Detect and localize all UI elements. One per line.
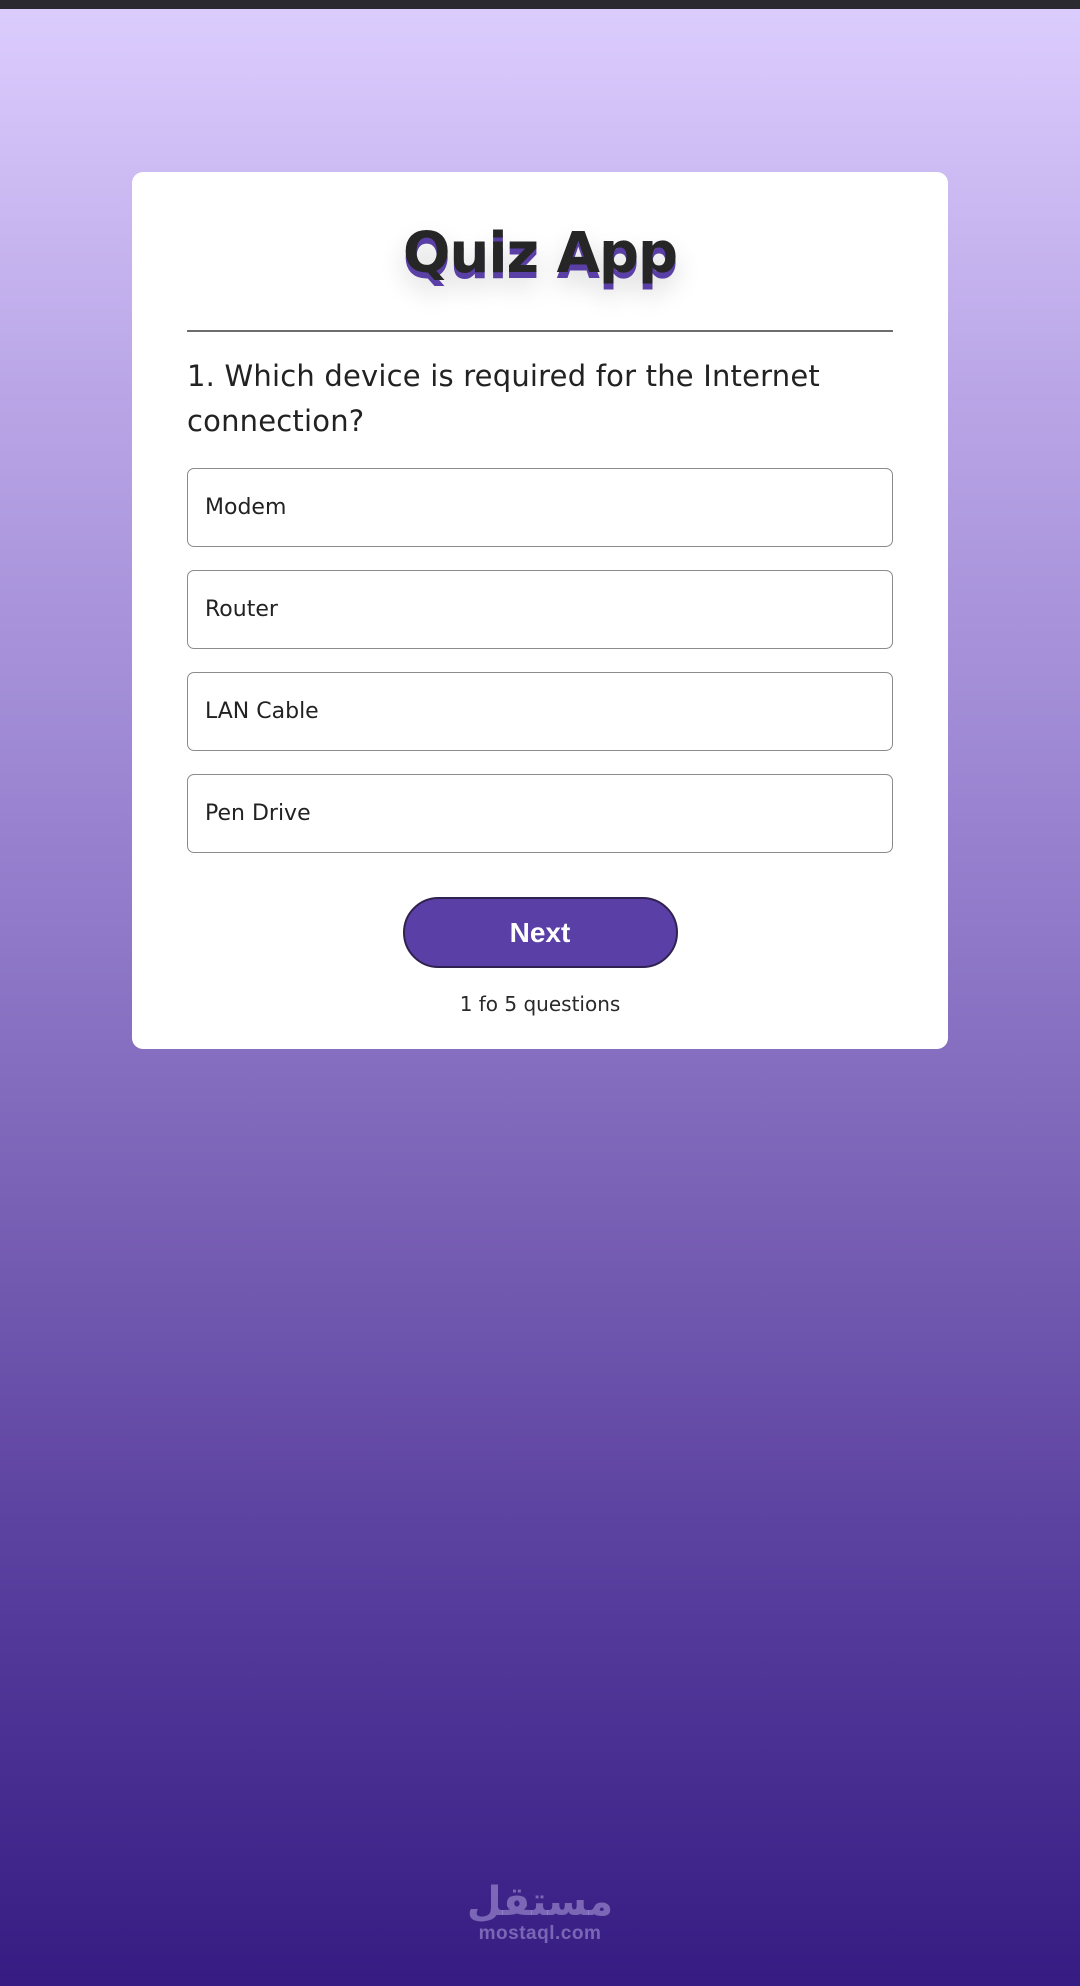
answer-options: Modem Router LAN Cable Pen Drive [187, 468, 893, 853]
quiz-card: Quiz App 1. Which device is required for… [132, 172, 948, 1049]
title-wrap: Quiz App [187, 172, 893, 320]
mostaql-watermark: مستقل mostaql.com [0, 1880, 1080, 1944]
question-progress: 1 fo 5 questions [459, 992, 621, 1016]
answer-option[interactable]: Modem [187, 468, 893, 547]
answer-option[interactable]: Router [187, 570, 893, 649]
next-wrap: Next [187, 897, 893, 968]
answer-option[interactable]: Pen Drive [187, 774, 893, 853]
next-button[interactable]: Next [402, 897, 678, 968]
watermark-latin: mostaql.com [478, 1923, 602, 1944]
top-strip [0, 0, 1080, 9]
answer-option[interactable]: LAN Cable [187, 672, 893, 751]
title-divider [187, 330, 893, 332]
watermark-arabic: مستقل [466, 1879, 614, 1925]
app-title: Quiz App [402, 221, 678, 286]
question-text: 1. Which device is required for the Inte… [187, 359, 820, 438]
